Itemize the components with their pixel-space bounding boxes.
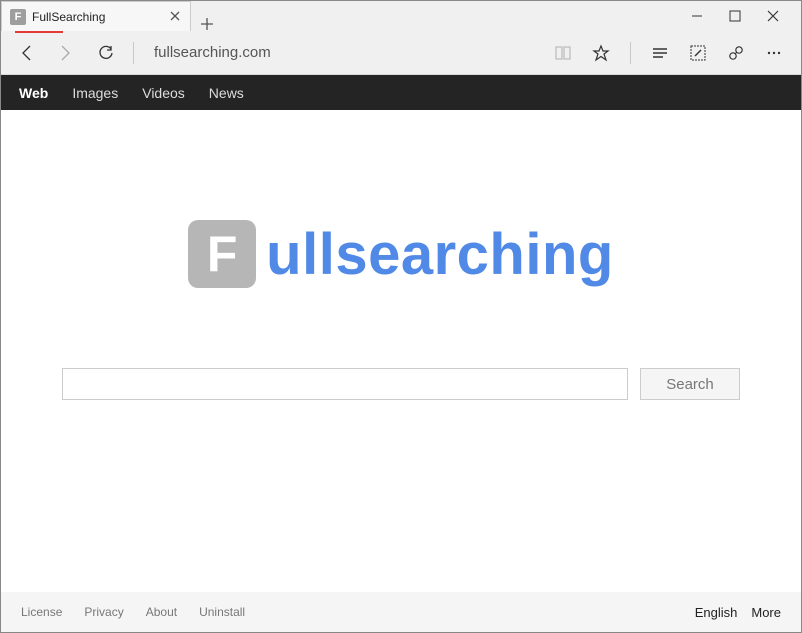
search-button[interactable]: Search bbox=[640, 368, 740, 400]
back-button[interactable] bbox=[15, 40, 41, 66]
browser-tab[interactable]: F FullSearching bbox=[1, 1, 191, 31]
site-footer: License Privacy About Uninstall English … bbox=[1, 592, 801, 632]
new-tab-button[interactable] bbox=[191, 17, 223, 31]
hub-icon[interactable] bbox=[647, 40, 673, 66]
browser-tabs: F FullSearching bbox=[1, 1, 223, 31]
forward-button[interactable] bbox=[51, 40, 77, 66]
reading-view-icon[interactable] bbox=[550, 40, 576, 66]
search-input[interactable] bbox=[62, 368, 628, 400]
footer-link-about[interactable]: About bbox=[146, 605, 177, 619]
site-navbar: Web Images Videos News bbox=[1, 75, 801, 110]
close-icon[interactable] bbox=[168, 8, 182, 26]
nav-item-news[interactable]: News bbox=[209, 85, 244, 101]
favorite-icon[interactable] bbox=[588, 40, 614, 66]
tab-favicon-letter: F bbox=[15, 11, 22, 23]
toolbar-divider bbox=[630, 42, 631, 64]
toolbar-right bbox=[550, 40, 787, 66]
url-text: fullsearching.com bbox=[154, 44, 271, 61]
page-content: F ullsearching Search License Privacy Ab… bbox=[1, 110, 801, 632]
browser-toolbar: fullsearching.com bbox=[1, 31, 801, 75]
browser-titlebar: F FullSearching bbox=[1, 1, 801, 31]
nav-item-images[interactable]: Images bbox=[72, 85, 118, 101]
refresh-button[interactable] bbox=[93, 40, 119, 66]
footer-link-privacy[interactable]: Privacy bbox=[84, 605, 123, 619]
minimize-button[interactable] bbox=[685, 4, 709, 28]
tab-favicon: F bbox=[10, 9, 26, 25]
search-row: Search bbox=[62, 368, 740, 400]
footer-left: License Privacy About Uninstall bbox=[21, 605, 245, 619]
logo-text: ullsearching bbox=[266, 221, 614, 288]
logo-box-icon: F bbox=[188, 220, 256, 288]
close-window-button[interactable] bbox=[761, 4, 785, 28]
tab-title: FullSearching bbox=[32, 10, 162, 24]
site-logo: F ullsearching bbox=[188, 220, 614, 288]
more-icon[interactable] bbox=[761, 40, 787, 66]
logo-box-letter: F bbox=[207, 229, 238, 279]
footer-language[interactable]: English bbox=[695, 605, 738, 620]
footer-more[interactable]: More bbox=[751, 605, 781, 620]
footer-link-license[interactable]: License bbox=[21, 605, 62, 619]
footer-right: English More bbox=[695, 605, 781, 620]
footer-link-uninstall[interactable]: Uninstall bbox=[199, 605, 245, 619]
webnote-icon[interactable] bbox=[685, 40, 711, 66]
address-bar[interactable]: fullsearching.com bbox=[148, 40, 540, 65]
loading-indicator bbox=[15, 31, 63, 33]
nav-item-videos[interactable]: Videos bbox=[142, 85, 185, 101]
share-icon[interactable] bbox=[723, 40, 749, 66]
nav-item-web[interactable]: Web bbox=[19, 85, 48, 101]
maximize-button[interactable] bbox=[723, 4, 747, 28]
toolbar-divider bbox=[133, 42, 134, 64]
window-controls bbox=[675, 1, 801, 31]
